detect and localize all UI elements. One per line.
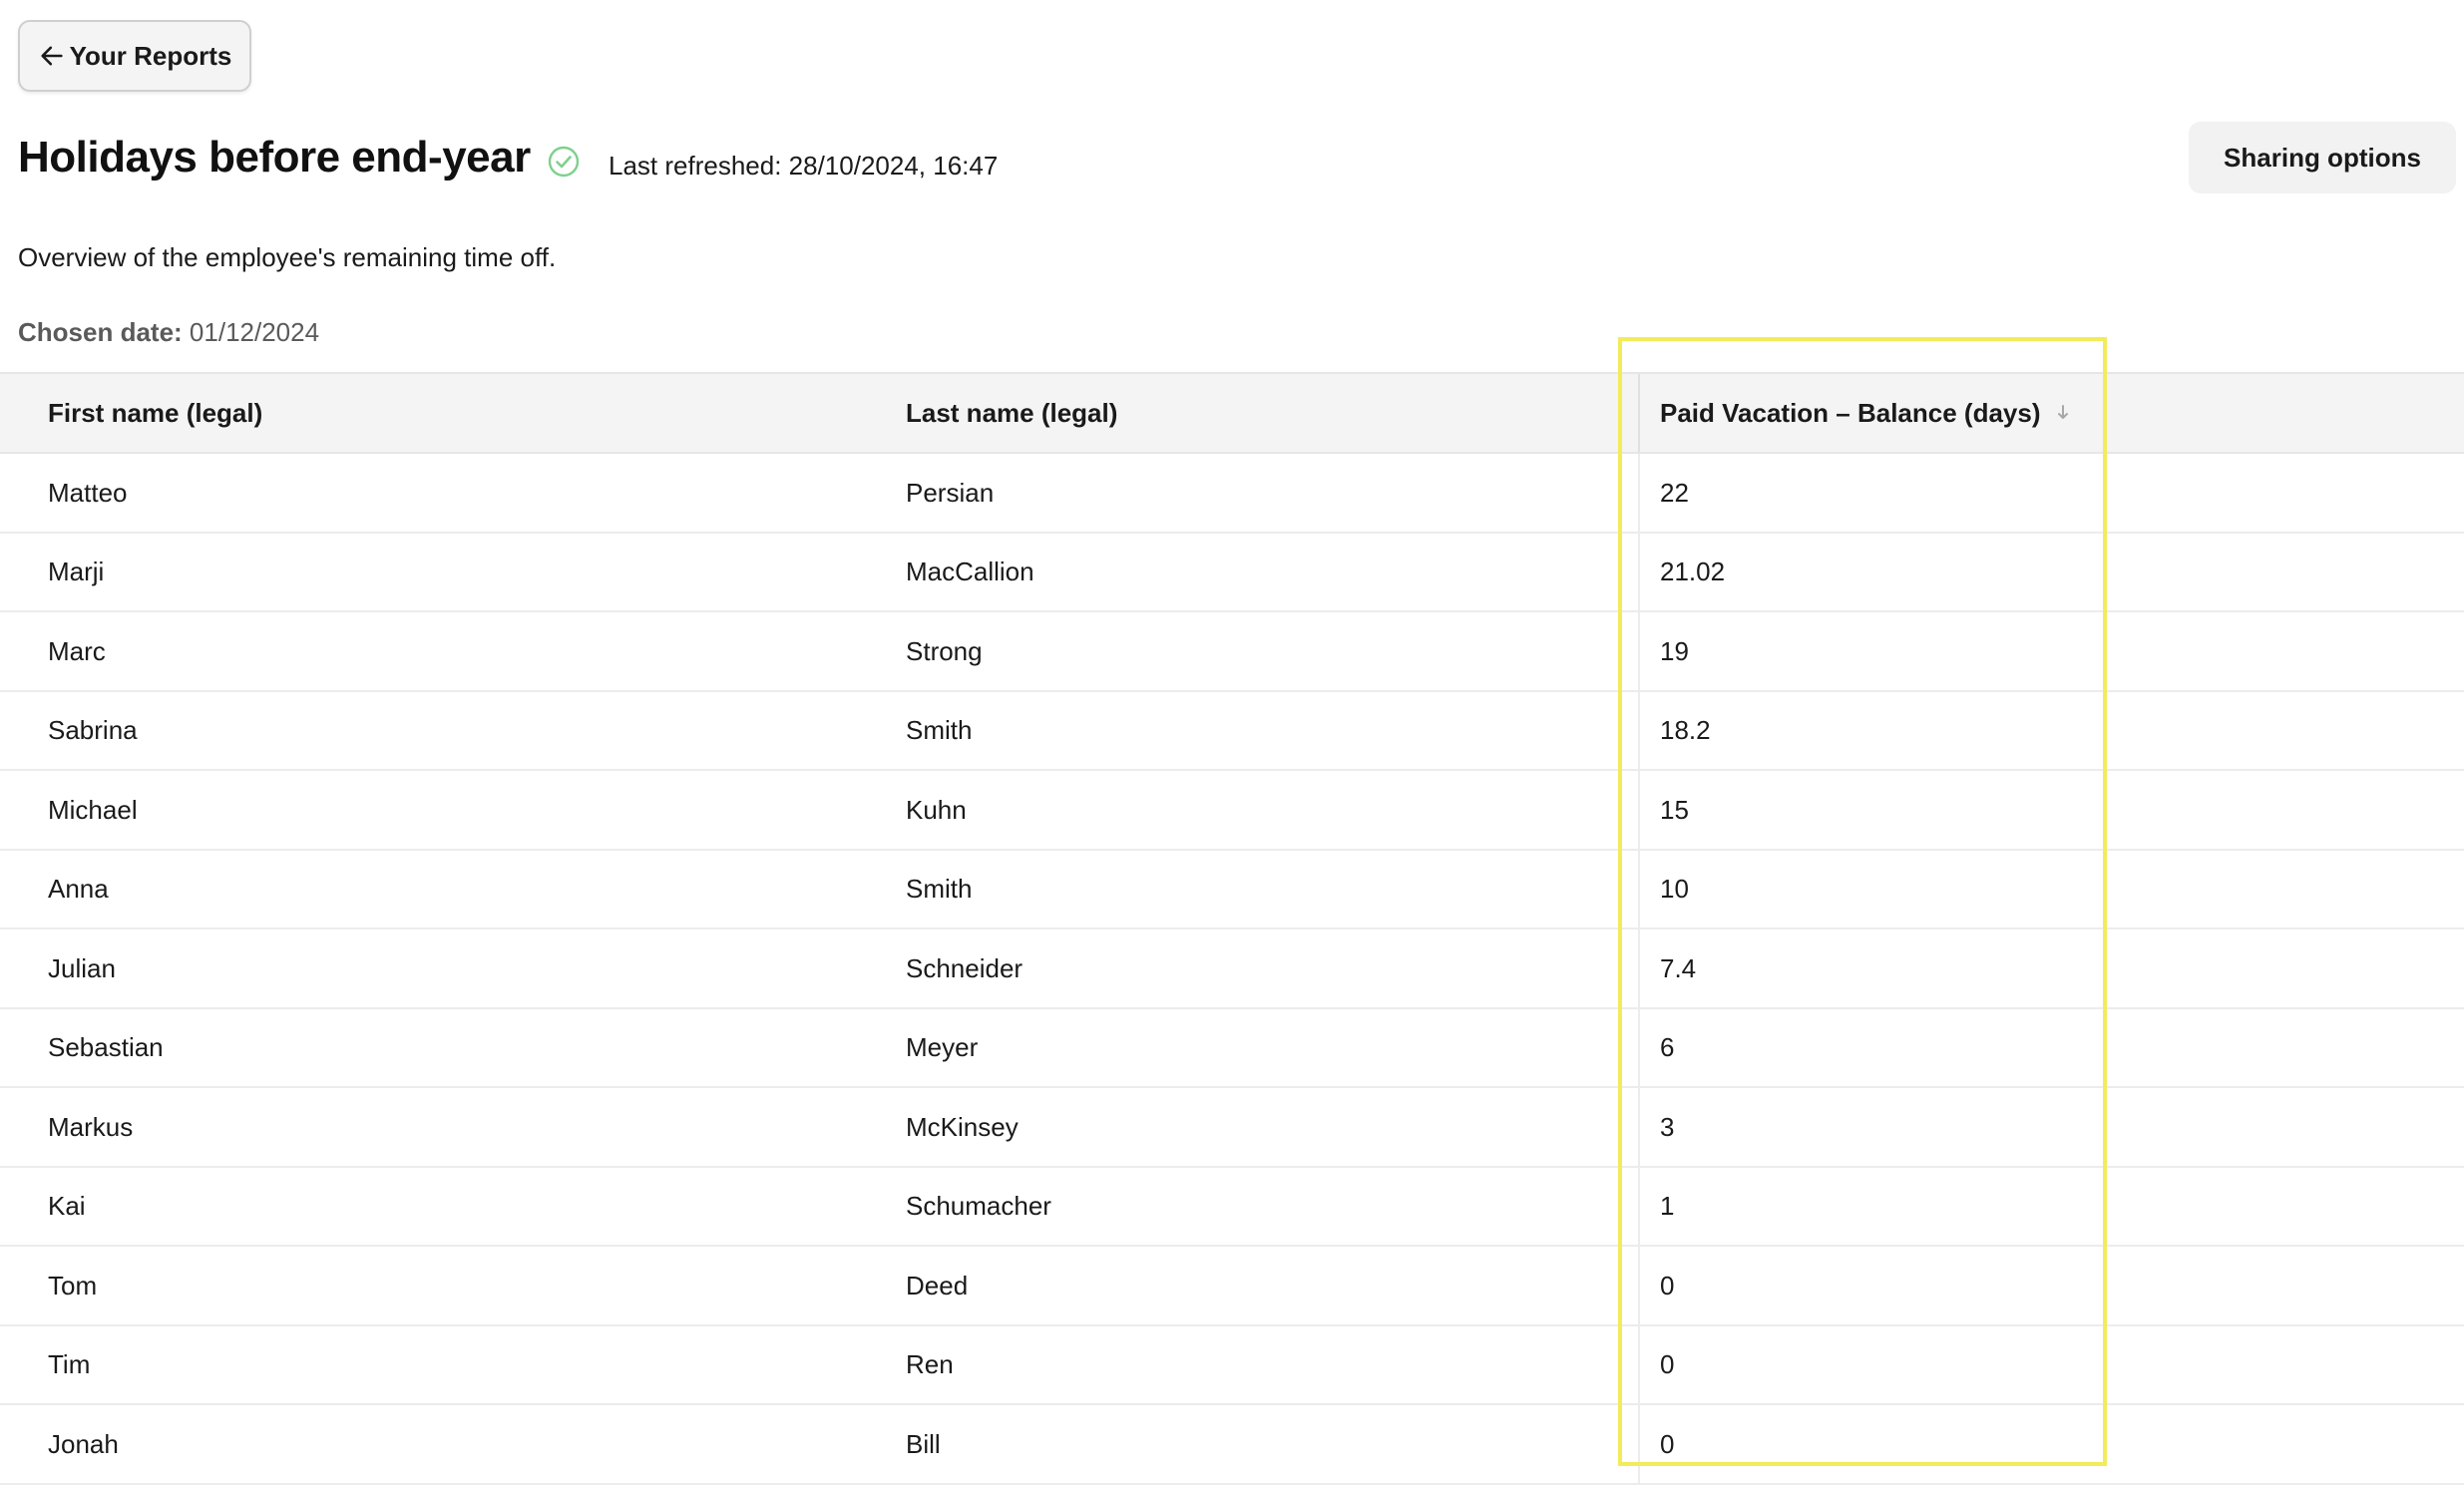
last-refreshed-text: Last refreshed: 28/10/2024, 16:47 bbox=[609, 151, 999, 181]
check-circle-icon bbox=[548, 146, 580, 178]
column-divider bbox=[1638, 691, 1640, 769]
report-table: First name (legal) Last name (legal) Pai… bbox=[0, 372, 2464, 1485]
column-divider bbox=[1638, 1008, 1640, 1086]
cell-paid-vacation-balance: 0 bbox=[1660, 1270, 1675, 1300]
column-divider bbox=[2103, 374, 2105, 452]
cell-paid-vacation-balance: 15 bbox=[1660, 794, 1689, 825]
arrow-left-icon bbox=[40, 46, 63, 66]
sharing-options-button[interactable]: Sharing options bbox=[2189, 122, 2456, 193]
cell-first-name: Anna bbox=[48, 874, 109, 904]
chosen-date-value: 01/12/2024 bbox=[189, 317, 320, 347]
cell-first-name: Tom bbox=[48, 1270, 98, 1300]
table-row[interactable]: Markus McKinsey 3 bbox=[0, 1088, 2464, 1168]
cell-first-name: Tim bbox=[48, 1349, 91, 1379]
column-divider bbox=[1638, 454, 1640, 532]
cell-last-name: Strong bbox=[906, 635, 983, 666]
cell-last-name: Bill bbox=[906, 1428, 941, 1459]
cell-first-name: Sabrina bbox=[48, 715, 138, 745]
column-divider bbox=[1638, 1088, 1640, 1166]
cell-first-name: Sebastian bbox=[48, 1032, 164, 1062]
cell-first-name: Jonah bbox=[48, 1428, 119, 1459]
table-row[interactable]: Anna Smith 10 bbox=[0, 850, 2464, 929]
column-divider bbox=[1638, 1167, 1640, 1245]
column-divider bbox=[1638, 612, 1640, 690]
cell-last-name: Meyer bbox=[906, 1032, 979, 1062]
column-divider bbox=[1638, 374, 1640, 452]
cell-paid-vacation-balance: 1 bbox=[1660, 1191, 1675, 1221]
table-row[interactable]: Sabrina Smith 18.2 bbox=[0, 691, 2464, 771]
back-button-label: Your Reports bbox=[69, 40, 232, 71]
cell-paid-vacation-balance: 3 bbox=[1660, 1111, 1675, 1142]
column-divider bbox=[1638, 1325, 1640, 1403]
cell-last-name: MacCallion bbox=[906, 557, 1034, 586]
cell-last-name: Kuhn bbox=[906, 794, 967, 825]
column-divider bbox=[1638, 1405, 1640, 1483]
table-row[interactable]: Matteo Persian 22 bbox=[0, 454, 2464, 534]
chosen-date-label: Chosen date: bbox=[18, 317, 183, 347]
column-divider bbox=[1638, 929, 1640, 1007]
table-body: Matteo Persian 22 Marji MacCallion 21.02 Marc S… bbox=[0, 454, 2464, 1485]
cell-paid-vacation-balance: 22 bbox=[1660, 477, 1689, 508]
cell-last-name: Smith bbox=[906, 874, 973, 904]
column-header-paid-vacation-balance[interactable]: Paid Vacation – Balance (days) bbox=[1660, 374, 2071, 452]
table-row[interactable]: Marji MacCallion 21.02 bbox=[0, 533, 2464, 612]
cell-first-name: Marji bbox=[48, 557, 105, 586]
cell-first-name: Michael bbox=[48, 794, 138, 825]
cell-first-name: Markus bbox=[48, 1111, 134, 1142]
column-divider bbox=[1638, 771, 1640, 849]
page-title: Holidays before end-year bbox=[18, 133, 531, 182]
cell-paid-vacation-balance: 18.2 bbox=[1660, 715, 1711, 745]
table-row[interactable]: Sebastian Meyer 6 bbox=[0, 1008, 2464, 1088]
cell-first-name: Matteo bbox=[48, 477, 128, 508]
cell-paid-vacation-balance: 0 bbox=[1660, 1349, 1675, 1379]
cell-last-name: Persian bbox=[906, 477, 995, 508]
column-divider bbox=[1638, 1247, 1640, 1324]
cell-paid-vacation-balance: 19 bbox=[1660, 635, 1689, 666]
column-divider bbox=[1638, 850, 1640, 928]
cell-last-name: Schumacher bbox=[906, 1191, 1051, 1221]
column-header-last-name[interactable]: Last name (legal) bbox=[906, 374, 1117, 452]
cell-last-name: Ren bbox=[906, 1349, 954, 1379]
cell-last-name: Deed bbox=[906, 1270, 969, 1300]
report-description: Overview of the employee's remaining tim… bbox=[18, 242, 557, 272]
cell-last-name: McKinsey bbox=[906, 1111, 1019, 1142]
cell-first-name: Julian bbox=[48, 952, 116, 983]
cell-paid-vacation-balance: 0 bbox=[1660, 1428, 1675, 1459]
column-header-first-name[interactable]: First name (legal) bbox=[48, 374, 262, 452]
cell-paid-vacation-balance: 21.02 bbox=[1660, 557, 1726, 586]
table-row[interactable]: Marc Strong 19 bbox=[0, 612, 2464, 692]
cell-paid-vacation-balance: 10 bbox=[1660, 874, 1689, 904]
column-header-paid-vacation-label: Paid Vacation – Balance (days) bbox=[1660, 397, 2041, 428]
cell-paid-vacation-balance: 7.4 bbox=[1660, 952, 1697, 983]
sort-down-arrow-icon[interactable] bbox=[2055, 403, 2071, 423]
cell-paid-vacation-balance: 6 bbox=[1660, 1032, 1675, 1062]
cell-last-name: Smith bbox=[906, 715, 973, 745]
cell-first-name: Kai bbox=[48, 1191, 86, 1221]
table-row[interactable]: Julian Schneider 7.4 bbox=[0, 929, 2464, 1009]
cell-first-name: Marc bbox=[48, 635, 106, 666]
back-to-your-reports-button[interactable]: Your Reports bbox=[18, 20, 251, 92]
cell-last-name: Schneider bbox=[906, 952, 1024, 983]
table-header: First name (legal) Last name (legal) Pai… bbox=[0, 372, 2464, 454]
table-row[interactable]: Kai Schumacher 1 bbox=[0, 1167, 2464, 1247]
chosen-date: Chosen date: 01/12/2024 bbox=[18, 316, 319, 348]
table-row[interactable]: Tom Deed 0 bbox=[0, 1247, 2464, 1326]
table-row[interactable]: Michael Kuhn 15 bbox=[0, 771, 2464, 851]
table-row[interactable]: Jonah Bill 0 bbox=[0, 1405, 2464, 1485]
column-divider bbox=[1638, 533, 1640, 610]
table-row[interactable]: Tim Ren 0 bbox=[0, 1325, 2464, 1405]
